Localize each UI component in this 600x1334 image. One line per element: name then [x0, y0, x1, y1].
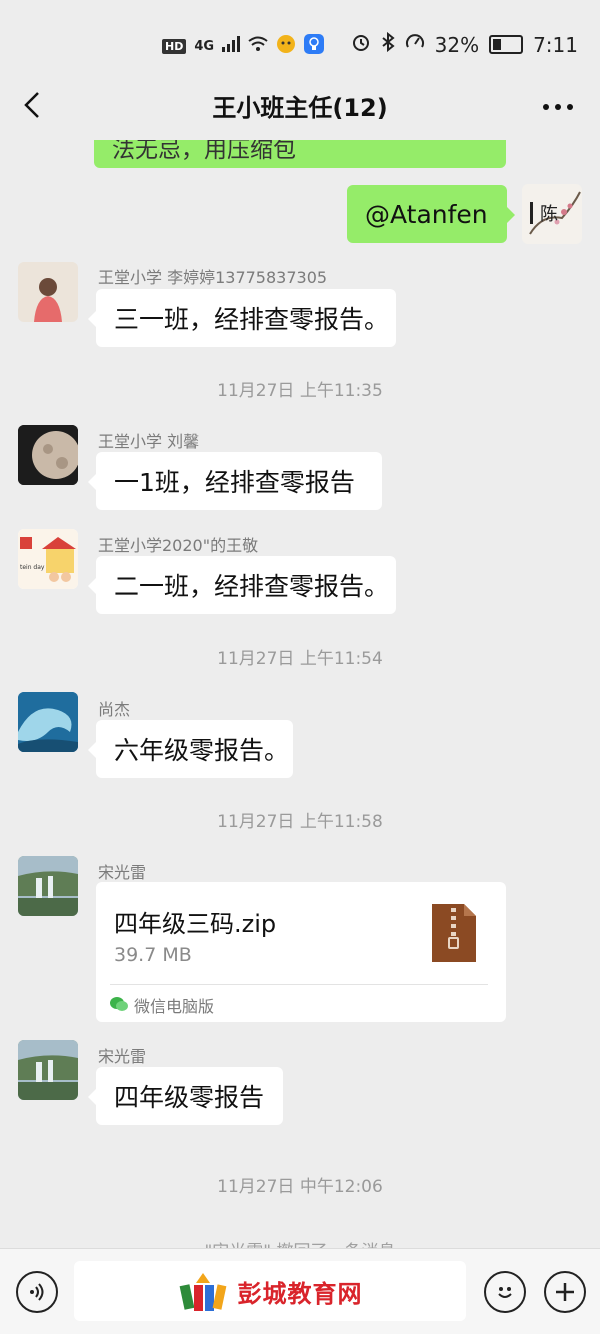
- waterfall-avatar-image: [18, 1040, 78, 1100]
- clock: 7:11: [533, 32, 578, 57]
- input-bar: 彭城教育网: [0, 1248, 600, 1334]
- ink-painting-avatar-image: 陈: [529, 191, 581, 235]
- more-icon: [543, 104, 573, 110]
- more-options-button[interactable]: [542, 98, 574, 112]
- message-bubble[interactable]: 六年级零报告。: [88, 720, 293, 778]
- sender-avatar[interactable]: [18, 425, 78, 485]
- zip-file-icon: [432, 904, 476, 962]
- page-title: 王小班主任(12): [212, 94, 388, 122]
- file-card-divider: [110, 984, 488, 985]
- sender-avatar[interactable]: [18, 262, 78, 322]
- message-text: @Atanfen: [365, 199, 488, 229]
- books-logo-icon: [179, 1273, 226, 1311]
- voice-icon: [30, 1283, 44, 1301]
- speed-icon: [405, 32, 425, 57]
- more-functions-button[interactable]: [544, 1271, 586, 1313]
- sender-avatar[interactable]: [18, 692, 78, 752]
- message-bubble-mine[interactable]: @Atanfen: [347, 185, 515, 243]
- message-text: 四年级零报告: [114, 1083, 265, 1112]
- timestamp: 11月27日 中午12:06: [217, 1177, 383, 1197]
- message-bubble[interactable]: 四年级零报告: [88, 1067, 283, 1125]
- avatar-caption: tein day: [20, 564, 45, 571]
- emoji-button[interactable]: [484, 1271, 526, 1313]
- bulb-notification-icon: [304, 34, 325, 58]
- girl-avatar-image: [34, 278, 62, 322]
- message-bubble[interactable]: 一1班，经排查零报告: [88, 452, 382, 510]
- chat-header: 王小班主任(12): [0, 70, 600, 140]
- bluetooth-icon: [381, 31, 395, 57]
- file-message-card[interactable]: 四年级三码.zip 39.7 MB 微信电脑版: [96, 882, 506, 1022]
- message-bubble[interactable]: 三一班，经排查零报告。: [88, 289, 396, 347]
- voice-button[interactable]: [16, 1271, 58, 1313]
- recall-notice: "宋光雷" 撤回了一条消息: [0, 1237, 600, 1248]
- sender-avatar[interactable]: tein day: [18, 529, 78, 589]
- message-text: 二一班，经排查零报告。: [114, 572, 390, 601]
- cartoon-avatar-image: tein day: [18, 529, 78, 589]
- message-bubble[interactable]: 二一班，经排查零报告。: [88, 556, 396, 614]
- sender-name: 王堂小学 李婷婷13775837305: [98, 268, 328, 287]
- wechat-icon: [110, 997, 128, 1011]
- avatar-character: 陈: [540, 204, 558, 225]
- sender-avatar[interactable]: [18, 856, 78, 916]
- timestamp: 11月27日 上午11:35: [217, 381, 383, 401]
- battery-percent: 32%: [434, 32, 480, 57]
- wave-avatar-image: [18, 692, 78, 752]
- message-input[interactable]: 彭城教育网: [74, 1261, 466, 1321]
- sender-name: 王堂小学2020"的王敬: [98, 536, 259, 555]
- status-right: 32% 7:11: [351, 31, 578, 57]
- alarm-icon: [351, 32, 371, 57]
- file-name: 四年级三码.zip: [114, 910, 277, 938]
- moon-avatar-image: [18, 425, 78, 485]
- sender-name: 宋光雷: [98, 863, 147, 882]
- sender-avatar[interactable]: [18, 1040, 78, 1100]
- sender-name: 王堂小学 刘馨: [98, 432, 200, 451]
- watermark-text: 彭城教育网: [237, 1279, 363, 1308]
- sender-name: 宋光雷: [98, 1047, 147, 1066]
- plus-icon: [556, 1283, 574, 1301]
- network-indicator: 4G: [194, 38, 215, 54]
- sender-name: 尚杰: [98, 700, 131, 719]
- file-source-label: 微信电脑版: [134, 997, 215, 1016]
- file-size: 39.7 MB: [114, 944, 192, 966]
- battery-icon: [489, 35, 524, 54]
- signal-icon: [222, 36, 241, 56]
- message-text: 六年级零报告。: [114, 736, 290, 765]
- wifi-icon: [248, 36, 268, 56]
- message-list[interactable]: 法无忌，用压缩包 @Atanfen 陈 王堂小学 李婷婷13775837305 …: [0, 140, 600, 1248]
- status-left: HD 4G: [162, 34, 325, 58]
- smiley-icon: [498, 1287, 512, 1298]
- message-text: 法无忌，用压缩包: [112, 140, 296, 163]
- hd-indicator: HD: [162, 38, 187, 54]
- waterfall-avatar-image: [18, 856, 78, 916]
- message-bubble-mine-partial[interactable]: 法无忌，用压缩包: [94, 140, 506, 168]
- message-text: 一1班，经排查零报告: [114, 468, 355, 497]
- timestamp: 11月27日 上午11:58: [217, 812, 383, 832]
- message-text: 三一班，经排查零报告。: [114, 305, 390, 334]
- app-notification-icon: [276, 34, 296, 58]
- timestamp: 11月27日 上午11:54: [217, 649, 383, 669]
- my-avatar[interactable]: 陈: [522, 184, 582, 244]
